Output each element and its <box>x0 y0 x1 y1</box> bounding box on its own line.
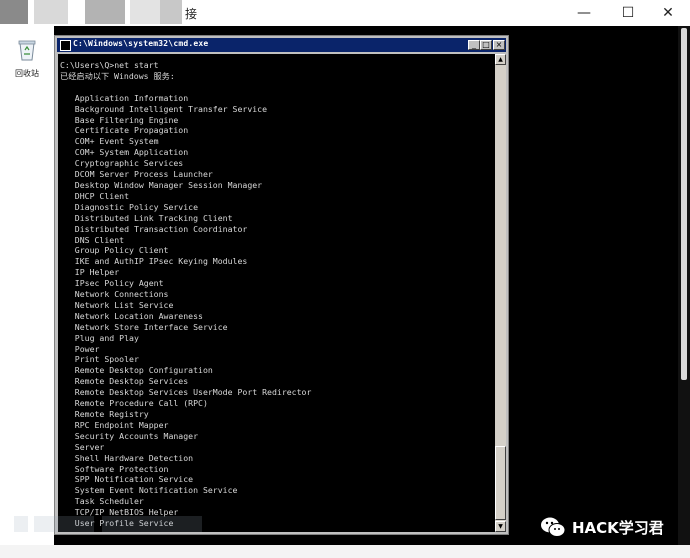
watermark-logo-left <box>14 516 202 532</box>
console-line: Print Spooler <box>60 354 139 365</box>
console-line: 已经启动以下 Windows 服务: <box>60 70 175 81</box>
console-line: DCOM Server Process Launcher <box>60 169 213 180</box>
console-line: Base Filtering Engine <box>60 114 179 125</box>
console-line: COM+ Event System <box>60 136 159 147</box>
console-line: Security Accounts Manager <box>60 430 199 441</box>
console-line: Distributed Transaction Coordinator <box>60 223 248 234</box>
console-line: Network Store Interface Service <box>60 321 228 332</box>
outer-window-title: 接 <box>185 7 198 21</box>
console-line: Diagnostic Policy Service <box>60 201 199 212</box>
blurred-region <box>130 0 160 24</box>
console-output: C:\Users\Q>net start 已经启动以下 Windows 服务: … <box>60 60 311 529</box>
cmd-scrollbar-thumb[interactable] <box>495 446 506 520</box>
outer-scrollbar[interactable] <box>678 26 690 558</box>
console-line: Software Protection <box>60 463 169 474</box>
cmd-minimize-button[interactable]: _ <box>468 40 480 50</box>
console-line: IKE and AuthIP IPsec Keying Modules <box>60 256 248 267</box>
console-icon <box>60 40 71 51</box>
scroll-up-arrow-icon[interactable]: ▲ <box>495 54 506 65</box>
scroll-down-arrow-icon[interactable]: ▼ <box>495 521 506 532</box>
console-line: Group Policy Client <box>60 245 169 256</box>
wechat-icon <box>541 517 566 537</box>
console-line: IP Helper <box>60 267 120 278</box>
minimize-icon: _ <box>472 40 476 49</box>
desktop: 回收站 <box>0 26 54 558</box>
taskbar-strip <box>0 545 690 558</box>
console-line: Desktop Window Manager Session Manager <box>60 179 263 190</box>
cmd-vertical-scrollbar[interactable]: ▲ ▼ <box>495 54 506 532</box>
console-line: SPP Notification Service <box>60 474 194 485</box>
console-line: Power <box>60 343 100 354</box>
console-line: Shell Hardware Detection <box>60 452 194 463</box>
console-line: Plug and Play <box>60 332 139 343</box>
console-line: Network Location Awareness <box>60 310 203 321</box>
console-line: Certificate Propagation <box>60 125 189 136</box>
console-line: System Event Notification Service <box>60 485 238 496</box>
console-line: Remote Procedure Call (RPC) <box>60 398 208 409</box>
maximize-button[interactable]: ☐ <box>610 0 646 26</box>
console-line: Network Connections <box>60 289 169 300</box>
console-line: Task Scheduler <box>60 496 144 507</box>
console-line: Cryptographic Services <box>60 158 184 169</box>
console-line: C:\Users\Q>net start <box>60 60 159 70</box>
console-line: Distributed Link Tracking Client <box>60 212 233 223</box>
console-line: Remote Registry <box>60 409 149 419</box>
console-line: IPsec Policy Agent <box>60 278 164 289</box>
console-line: Server <box>60 441 105 452</box>
console-line: Application Information <box>60 92 189 103</box>
console-line: Remote Desktop Configuration <box>60 365 213 376</box>
console-line: DNS Client <box>60 234 125 245</box>
recycle-bin-icon <box>18 40 36 61</box>
outer-scrollbar-thumb[interactable] <box>681 28 687 380</box>
close-icon: × <box>495 40 503 49</box>
console-line: Network List Service <box>60 299 174 310</box>
watermark: HACK学习君 <box>540 516 664 538</box>
minimize-button[interactable]: — <box>566 0 602 26</box>
maximize-icon: ☐ <box>621 5 635 21</box>
blurred-region <box>34 0 68 24</box>
recycle-bin-shortcut[interactable]: 回收站 <box>10 38 44 79</box>
console-line: Remote Desktop Services UserMode Port Re… <box>60 387 312 398</box>
console-line: DHCP Client <box>60 190 130 201</box>
console-output-area[interactable]: C:\Users\Q>net start 已经启动以下 Windows 服务: … <box>58 54 495 532</box>
cmd-window[interactable]: C:\Windows\system32\cmd.exe _ □ × C:\Use… <box>54 35 509 535</box>
recycle-bin-label: 回收站 <box>15 69 39 78</box>
console-line: Remote Desktop Services <box>60 376 189 387</box>
minimize-icon: — <box>577 5 591 21</box>
watermark-text: HACK学习君 <box>572 518 664 537</box>
close-icon: ✕ <box>662 5 674 21</box>
maximize-icon: □ <box>482 40 490 49</box>
console-line: RPC Endpoint Mapper <box>60 419 169 430</box>
blurred-region <box>160 0 182 24</box>
outer-titlebar[interactable]: 接 — ☐ ✕ <box>0 0 690 26</box>
cmd-close-button[interactable]: × <box>493 40 505 50</box>
console-line: COM+ System Application <box>60 147 189 158</box>
cmd-titlebar[interactable]: C:\Windows\system32\cmd.exe _ □ × <box>57 38 506 52</box>
cmd-window-title: C:\Windows\system32\cmd.exe <box>73 39 209 48</box>
close-button[interactable]: ✕ <box>650 0 686 26</box>
console-line: Background Intelligent Transfer Service <box>60 103 268 114</box>
cmd-maximize-button[interactable]: □ <box>480 40 492 50</box>
blurred-region <box>0 0 28 24</box>
blurred-region <box>85 0 125 24</box>
